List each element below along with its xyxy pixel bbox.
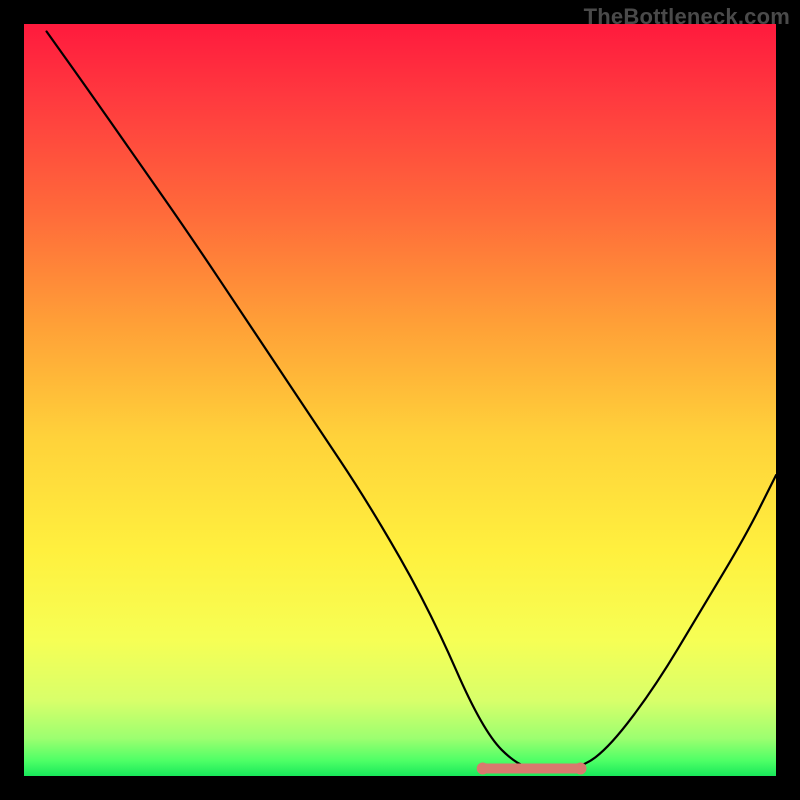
chart-frame: TheBottleneck.com bbox=[0, 0, 800, 800]
valley-dot-left bbox=[477, 762, 489, 774]
valley-dot-right bbox=[574, 762, 586, 774]
watermark-label: TheBottleneck.com bbox=[584, 4, 790, 30]
bottleneck-curve bbox=[24, 24, 776, 776]
chart-plot-area bbox=[24, 24, 776, 776]
curve-path bbox=[47, 32, 776, 769]
